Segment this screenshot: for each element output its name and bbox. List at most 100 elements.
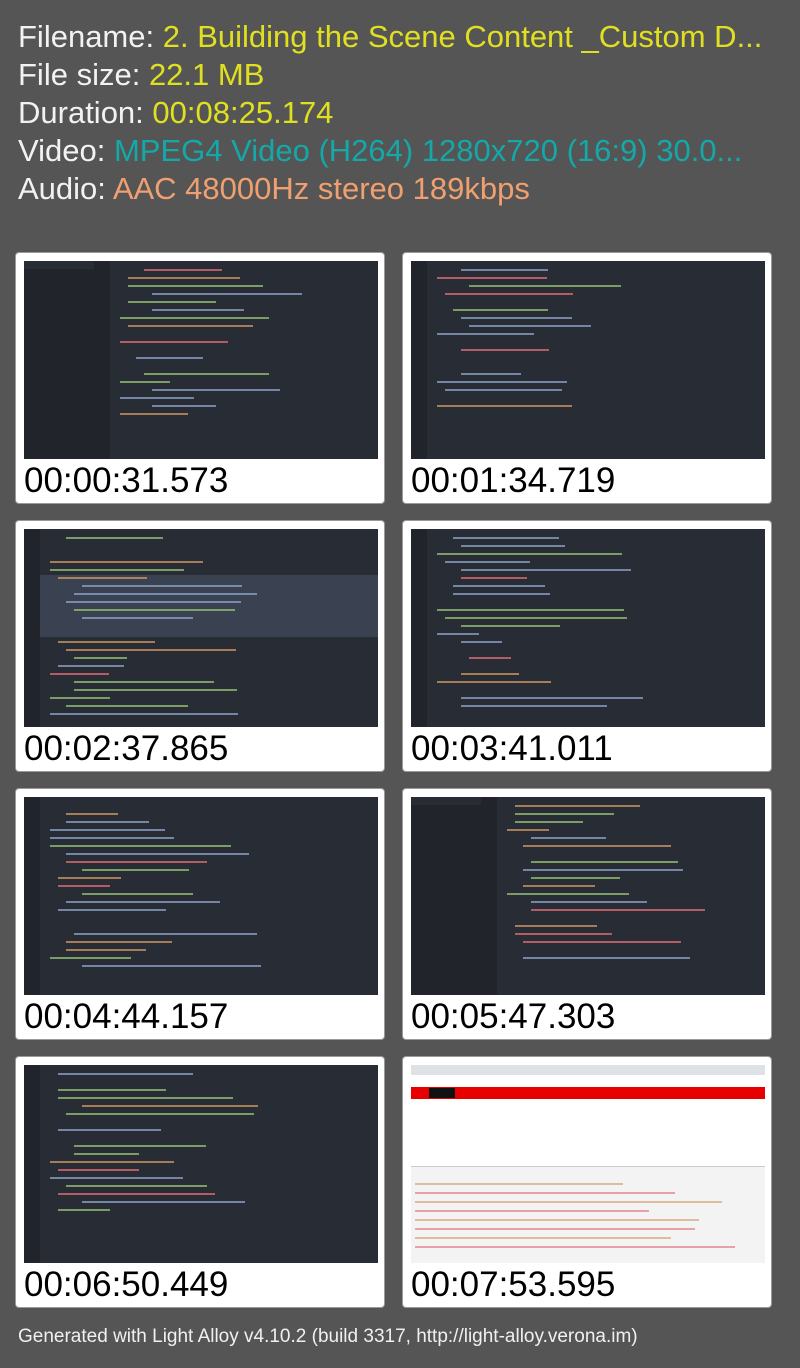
thumbnail-card[interactable]: 00:02:37.865 (15, 520, 385, 772)
thumbnail-timestamp: 00:02:37.865 (24, 729, 229, 768)
code-line (507, 829, 550, 831)
code-line (445, 293, 574, 295)
thumbnail-card[interactable]: 00:07:53.595 (402, 1056, 772, 1308)
code-line (120, 397, 195, 399)
duration-label: Duration: (18, 95, 144, 130)
thumbnail-card[interactable]: 00:01:34.719 (402, 252, 772, 504)
devtools-code-line (415, 1192, 676, 1194)
code-line (437, 681, 552, 683)
thumbnail-timestamp: 00:00:31.573 (24, 461, 229, 500)
filename-row: Filename: 2. Building the Scene Content … (18, 18, 788, 56)
devtools-code-line (415, 1183, 624, 1185)
code-line (453, 537, 560, 539)
code-line (66, 949, 146, 951)
code-line (461, 269, 549, 271)
thumbnail-timestamp: 00:05:47.303 (411, 997, 616, 1036)
code-line (128, 301, 216, 303)
code-line (461, 317, 573, 319)
code-line (74, 1145, 207, 1147)
code-line (58, 1193, 215, 1195)
code-line (531, 837, 606, 839)
code-line (531, 877, 621, 879)
thumbnail-card[interactable]: 00:04:44.157 (15, 788, 385, 1040)
code-line (445, 389, 563, 391)
code-line (66, 537, 163, 539)
code-line (453, 585, 545, 587)
code-line (437, 633, 479, 635)
code-line (50, 957, 131, 959)
thumbnail-image (24, 797, 378, 995)
code-line (50, 837, 175, 839)
code-line (531, 909, 705, 911)
code-line (128, 277, 241, 279)
devtools-code-line (415, 1237, 671, 1239)
code-line (58, 877, 122, 879)
code-line (152, 293, 302, 295)
audio-row: Audio: AAC 48000Hz stereo 189kbps (18, 170, 788, 208)
code-line (469, 657, 512, 659)
code-line (120, 317, 270, 319)
code-line (437, 553, 622, 555)
code-line (128, 285, 264, 287)
code-line (66, 813, 118, 815)
code-line (50, 673, 110, 675)
code-line (531, 861, 678, 863)
code-line (437, 609, 624, 611)
code-line (66, 853, 250, 855)
code-line (58, 909, 166, 911)
code-line (437, 405, 573, 407)
video-row: Video: MPEG4 Video (H264) 1280x720 (16:9… (18, 132, 788, 170)
code-line (50, 845, 231, 847)
code-line (144, 269, 222, 271)
code-line (144, 373, 270, 375)
filename-value: 2. Building the Scene Content _Custom D.… (162, 19, 763, 54)
line-number-gutter (24, 797, 40, 995)
code-line (58, 665, 125, 667)
thumbnail-timestamp: 00:06:50.449 (24, 1265, 229, 1304)
thumbnail-timestamp: 00:01:34.719 (411, 461, 616, 500)
code-line (461, 705, 607, 707)
code-line (66, 705, 189, 707)
video-label: Video: (18, 133, 106, 168)
thumbnail-card[interactable]: 00:06:50.449 (15, 1056, 385, 1308)
code-line (515, 821, 584, 823)
file-tree-sidebar (24, 269, 94, 459)
code-line (66, 821, 149, 823)
thumbnail-timestamp: 00:03:41.011 (411, 729, 613, 768)
thumbnail-card[interactable]: 00:05:47.303 (402, 788, 772, 1040)
code-line (461, 349, 550, 351)
thumbnail-timestamp: 00:04:44.157 (24, 997, 229, 1036)
code-line (66, 601, 242, 603)
code-line (437, 277, 547, 279)
code-line (74, 609, 235, 611)
thumbnail-card[interactable]: 00:00:31.573 (15, 252, 385, 504)
code-line (74, 689, 238, 691)
code-line (515, 925, 597, 927)
code-line (437, 381, 567, 383)
code-line (523, 957, 691, 959)
code-line (50, 697, 110, 699)
browser-tab-bar (411, 1065, 765, 1075)
thumbnail-image (24, 1065, 378, 1263)
thumbnail-card[interactable]: 00:03:41.011 (402, 520, 772, 772)
code-line (50, 713, 238, 715)
file-tree-sidebar (411, 805, 481, 995)
thumbnail-image (411, 529, 765, 727)
code-line (515, 813, 614, 815)
code-line (469, 285, 621, 287)
devtools-code-line (415, 1246, 735, 1248)
thumbnail-image (24, 529, 378, 727)
code-line (58, 1209, 110, 1211)
devtools-code-line (415, 1228, 695, 1230)
code-line (437, 333, 534, 335)
site-nav-bar (411, 1087, 765, 1099)
code-line (50, 569, 184, 571)
code-line (66, 861, 207, 863)
code-line (152, 389, 281, 391)
code-line (120, 381, 171, 383)
code-line (74, 933, 258, 935)
code-line (445, 561, 531, 563)
devtools-code-line (415, 1201, 722, 1203)
generator-footer: Generated with Light Alloy v4.10.2 (buil… (18, 1326, 638, 1347)
code-line (82, 869, 189, 871)
